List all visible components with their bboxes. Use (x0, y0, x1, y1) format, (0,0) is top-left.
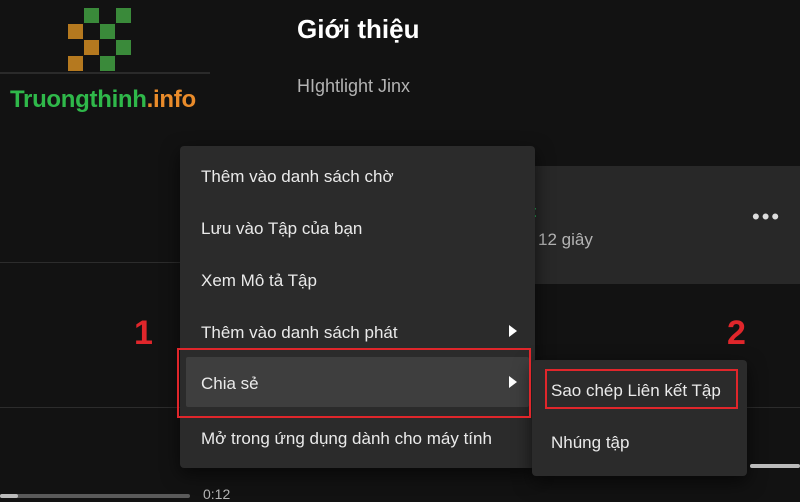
watermark-text-main: Truongthinh (10, 86, 147, 113)
menu-item-label: Thêm vào danh sách chờ (201, 167, 394, 186)
episode-duration: 12 giây (538, 230, 593, 249)
menu-item-save-episode[interactable]: Lưu vào Tập của bạn (180, 202, 535, 252)
playback-progress-fill (0, 494, 18, 498)
highlight-box-copy-link (545, 369, 738, 409)
step-number-2: 2 (727, 314, 746, 352)
more-icon[interactable]: ••• (752, 206, 781, 228)
submenu-item-embed-episode[interactable]: Nhúng tập (532, 420, 747, 470)
show-name[interactable]: HIghtlight Jinx (297, 76, 410, 97)
elapsed-time: 0:12 (203, 486, 231, 502)
context-menu: Thêm vào danh sách chờ Lưu vào Tập của b… (180, 146, 535, 468)
menu-item-label: Xem Mô tả Tập (201, 271, 317, 290)
volume-slider[interactable] (750, 464, 800, 468)
chevron-right-icon (509, 325, 517, 337)
menu-item-label: Thêm vào danh sách phát (201, 323, 398, 342)
menu-item-label: Lưu vào Tập của bạn (201, 219, 363, 238)
logo-icon (68, 8, 131, 71)
menu-item-open-desktop-app[interactable]: Mở trong ứng dụng dành cho máy tính (180, 412, 535, 462)
submenu-item-label: Nhúng tập (551, 433, 630, 452)
menu-item-view-description[interactable]: Xem Mô tả Tập (180, 254, 535, 304)
watermark-text: Truongthinh.info (10, 86, 196, 114)
playback-progress-bar[interactable] (0, 494, 190, 498)
page-title: Giới thiệu (297, 14, 420, 44)
highlight-box-share (177, 348, 531, 418)
menu-item-label: Mở trong ứng dụng dành cho máy tính (201, 429, 492, 448)
logo-divider (0, 72, 210, 74)
watermark-text-suffix: .info (146, 86, 196, 113)
menu-item-add-to-queue[interactable]: Thêm vào danh sách chờ (180, 150, 535, 200)
step-number-1: 1 (134, 314, 153, 352)
